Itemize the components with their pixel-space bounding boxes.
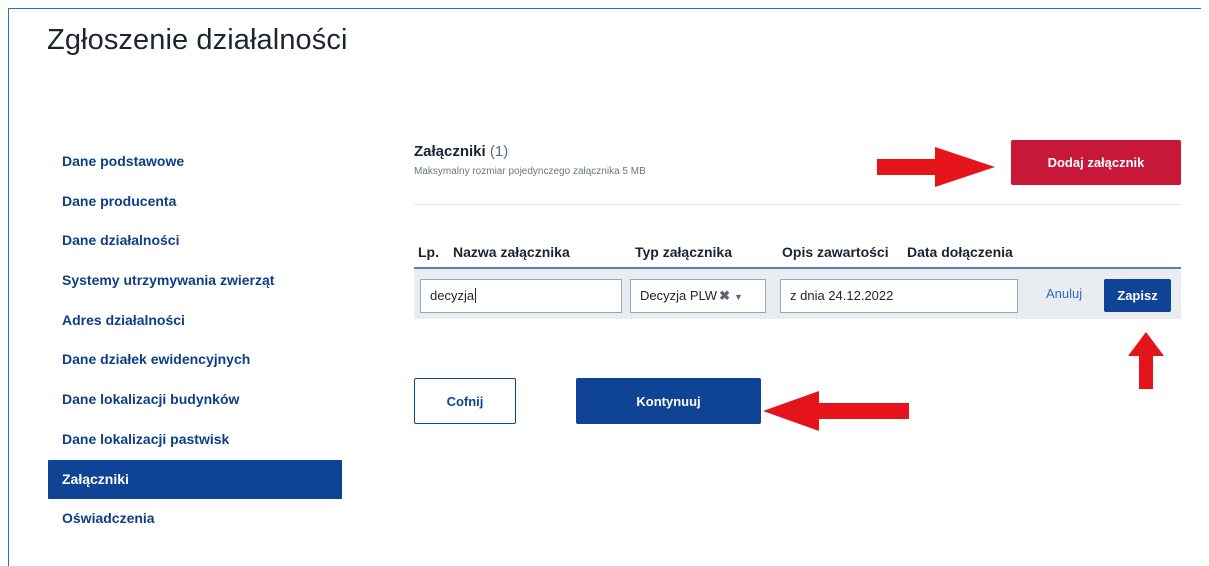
- attachment-type-value: Decyzja PLW: [640, 288, 718, 303]
- page-title: Zgłoszenie działalności: [47, 24, 348, 56]
- sidebar-item-systemy-utrzymywania[interactable]: Systemy utrzymywania zwierząt: [48, 261, 342, 301]
- sidebar-item-dane-podstawowe[interactable]: Dane podstawowe: [48, 142, 342, 182]
- red-arrow-icon: [763, 391, 909, 431]
- text-cursor: [475, 288, 477, 303]
- column-header-description: Opis zawartości: [782, 244, 889, 260]
- attachments-count: (1): [489, 143, 509, 160]
- attachment-description-value: z dnia 24.12.2022: [790, 288, 894, 303]
- add-attachment-button[interactable]: Dodaj załącznik: [1011, 140, 1181, 185]
- sidebar-item-dane-dzialalnosci[interactable]: Dane działalności: [48, 221, 342, 261]
- sidebar-item-lokalizacja-budynkow[interactable]: Dane lokalizacji budynków: [48, 380, 342, 420]
- sidebar-item-oswiadczenia[interactable]: Oświadczenia: [48, 499, 342, 539]
- chevron-down-icon[interactable]: ▼: [734, 292, 743, 302]
- sidebar-item-dzialki-ewidencyjne[interactable]: Dane działek ewidencyjnych: [48, 340, 342, 380]
- continue-button[interactable]: Kontynuuj: [576, 378, 761, 424]
- attachments-heading: Załączniki (1): [414, 143, 508, 160]
- attachment-name-input[interactable]: decyzja: [420, 279, 622, 313]
- attachments-title: Załączniki: [414, 143, 486, 160]
- red-arrow-icon: [877, 147, 995, 187]
- attachment-description-input[interactable]: z dnia 24.12.2022: [780, 279, 1018, 313]
- sidebar-item-adres-dzialalnosci[interactable]: Adres działalności: [48, 301, 342, 341]
- column-header-date: Data dołączenia: [907, 244, 1013, 260]
- back-button[interactable]: Cofnij: [414, 378, 516, 424]
- sidebar-item-zalaczniki[interactable]: Załączniki: [48, 459, 342, 500]
- column-header-name: Nazwa załącznika: [453, 244, 570, 260]
- cancel-link[interactable]: Anuluj: [1046, 286, 1082, 301]
- red-arrow-icon: [1128, 332, 1164, 389]
- divider: [414, 204, 1181, 205]
- save-button[interactable]: Zapisz: [1104, 279, 1171, 312]
- column-header-lp: Lp.: [418, 244, 439, 260]
- close-icon[interactable]: ✖: [719, 288, 730, 303]
- column-header-type: Typ załącznika: [635, 244, 733, 260]
- attachment-name-value: decyzja: [430, 288, 475, 303]
- sidebar-item-lokalizacja-pastwisk[interactable]: Dane lokalizacji pastwisk: [48, 420, 342, 460]
- attachments-size-note: Maksymalny rozmiar pojedynczego załączni…: [414, 166, 646, 177]
- sidebar-item-dane-producenta[interactable]: Dane producenta: [48, 182, 342, 222]
- attachment-type-select[interactable]: Decyzja PLW ✖ ▼: [630, 279, 766, 313]
- sidebar: Dane podstawowe Dane producenta Dane dzi…: [48, 142, 342, 539]
